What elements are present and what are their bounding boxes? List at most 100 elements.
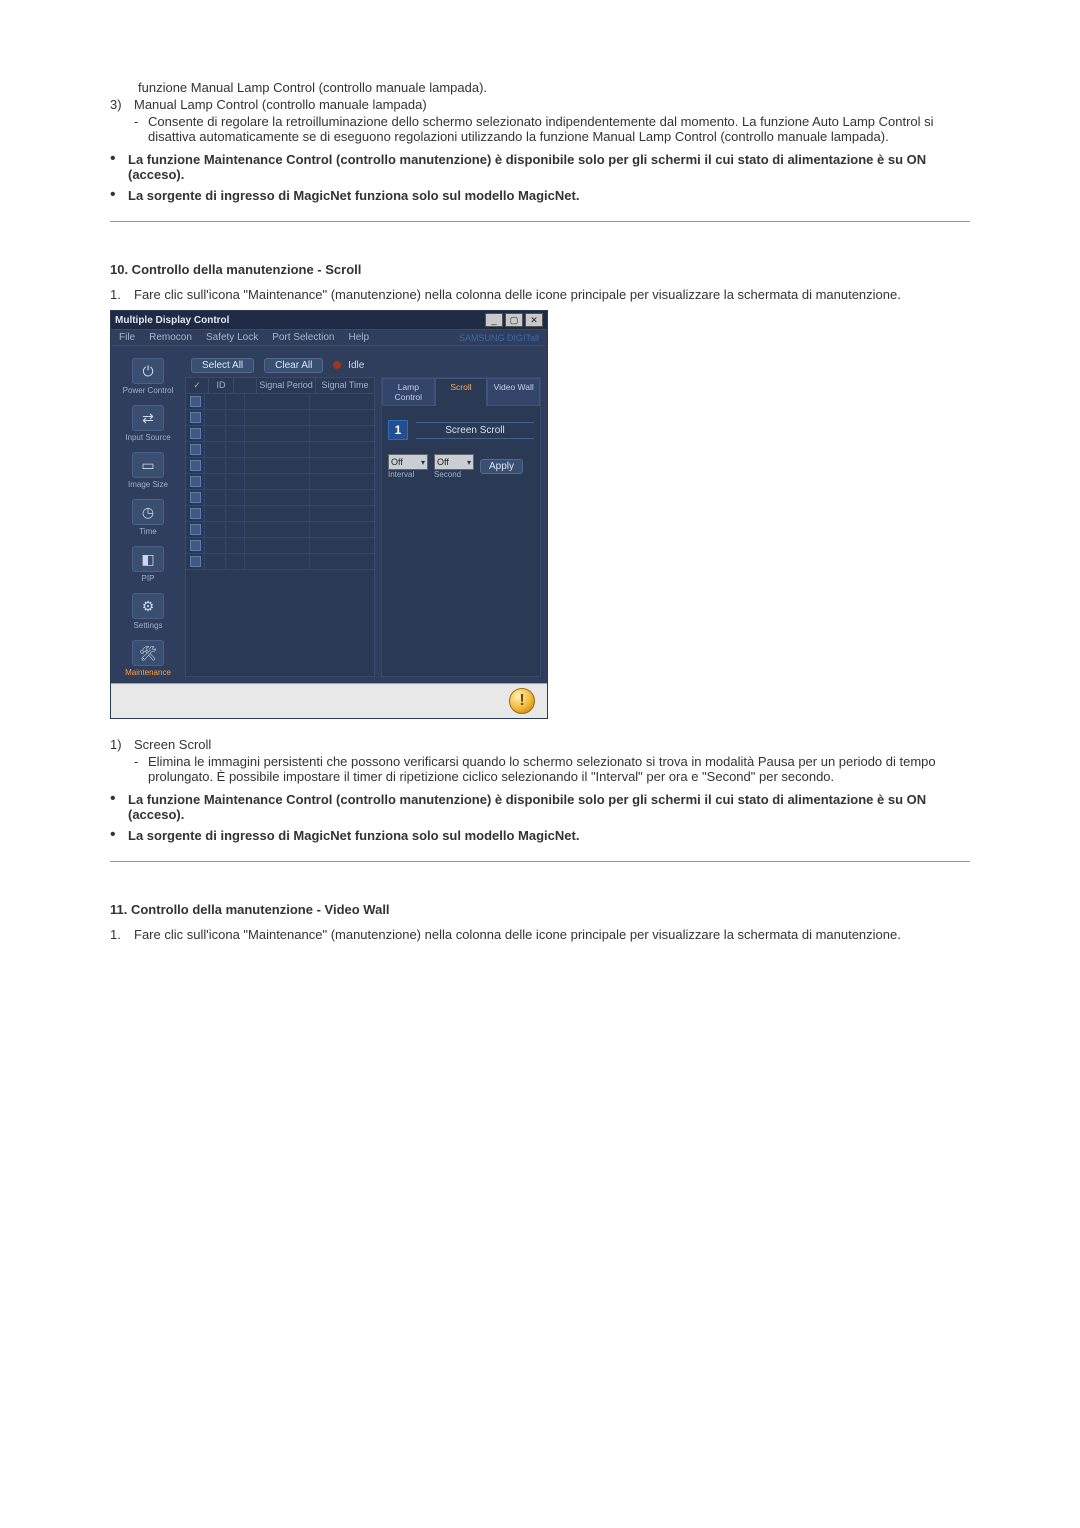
- input-source-icon: ⇄: [132, 405, 164, 431]
- separator: [110, 221, 970, 222]
- sidebar-item-maintenance[interactable]: 🛠 Maintenance: [117, 640, 179, 677]
- tab-lamp-control[interactable]: Lamp Control: [382, 378, 435, 406]
- sidebar-item-power-control[interactable]: ⏻ Power Control: [117, 358, 179, 395]
- clear-all-button[interactable]: Clear All: [264, 358, 323, 373]
- sidebar-label: Time: [139, 527, 156, 536]
- note-bullet-4-text: La sorgente di ingresso di MagicNet funz…: [128, 828, 579, 843]
- col-signal-period: Signal Period: [257, 378, 316, 393]
- intro-carryover: funzione Manual Lamp Control (controllo …: [110, 80, 970, 95]
- table-row[interactable]: [186, 538, 374, 554]
- table-row[interactable]: [186, 458, 374, 474]
- second-label: Second: [434, 470, 474, 479]
- interval-value: Off: [391, 457, 403, 467]
- sidebar-label: Power Control: [123, 386, 174, 395]
- row-checkbox[interactable]: [190, 556, 201, 567]
- dash-mark: -: [134, 114, 148, 144]
- interval-select[interactable]: Off ▾: [388, 454, 428, 470]
- table-row[interactable]: [186, 442, 374, 458]
- row-checkbox[interactable]: [190, 412, 201, 423]
- bullet-glyph: •: [110, 828, 128, 843]
- note-bullet-2: • La sorgente di ingresso di MagicNet fu…: [110, 188, 970, 203]
- separator: [110, 861, 970, 862]
- idle-indicator: Idle: [333, 360, 364, 371]
- note-bullet-3: • La funzione Maintenance Control (contr…: [110, 792, 970, 822]
- sidebar-item-settings[interactable]: ⚙ Settings: [117, 593, 179, 630]
- row-checkbox[interactable]: [190, 492, 201, 503]
- window-title: Multiple Display Control: [115, 315, 229, 326]
- menu-remocon[interactable]: Remocon: [149, 332, 192, 343]
- list-item-1-desc: Elimina le immagini persistenti che poss…: [148, 754, 970, 784]
- maximize-button[interactable]: ▢: [505, 313, 523, 327]
- close-button[interactable]: ✕: [525, 313, 543, 327]
- row-checkbox[interactable]: [190, 428, 201, 439]
- section-10-title: 10. Controllo della manutenzione - Scrol…: [110, 262, 970, 277]
- app-window: Multiple Display Control _ ▢ ✕ File Remo…: [110, 310, 548, 719]
- table-row[interactable]: [186, 522, 374, 538]
- idle-label: Idle: [348, 360, 364, 371]
- power-icon: ⏻: [132, 358, 164, 384]
- sidebar-item-image-size[interactable]: ▭ Image Size: [117, 452, 179, 489]
- bullet-glyph: •: [110, 188, 128, 203]
- maintenance-icon: 🛠: [132, 640, 164, 666]
- menubar: File Remocon Safety Lock Port Selection …: [111, 329, 547, 346]
- row-checkbox[interactable]: [190, 396, 201, 407]
- row-checkbox[interactable]: [190, 444, 201, 455]
- row-checkbox[interactable]: [190, 460, 201, 471]
- col-signal-time: Signal Time: [316, 378, 374, 393]
- table-row[interactable]: [186, 410, 374, 426]
- row-checkbox[interactable]: [190, 476, 201, 487]
- menu-help[interactable]: Help: [348, 332, 369, 343]
- list-item-1-number: 1): [110, 737, 134, 786]
- tab-scroll[interactable]: Scroll: [435, 378, 488, 406]
- list-item-1: 1) Screen Scroll - Elimina le immagini p…: [110, 737, 970, 786]
- status-bar: !: [111, 683, 547, 718]
- menu-port-selection[interactable]: Port Selection: [272, 332, 334, 343]
- table-row[interactable]: [186, 506, 374, 522]
- col-id: ID: [209, 378, 234, 393]
- row-checkbox[interactable]: [190, 524, 201, 535]
- chevron-down-icon: ▾: [467, 458, 471, 467]
- second-value: Off: [437, 457, 449, 467]
- titlebar: Multiple Display Control _ ▢ ✕: [111, 311, 547, 329]
- right-panel: Lamp Control Scroll Video Wall 1 Screen …: [381, 377, 541, 677]
- dash-mark: -: [134, 754, 148, 784]
- note-bullet-2-text: La sorgente di ingresso di MagicNet funz…: [128, 188, 579, 203]
- callout-badge-1: 1: [388, 420, 408, 440]
- menu-file[interactable]: File: [119, 332, 135, 343]
- table-row[interactable]: [186, 554, 374, 570]
- minimize-button[interactable]: _: [485, 313, 503, 327]
- col-check[interactable]: ✓: [186, 378, 209, 393]
- panel-heading-band: 1 Screen Scroll: [388, 420, 534, 440]
- pip-icon: ◧: [132, 546, 164, 572]
- apply-button[interactable]: Apply: [480, 459, 523, 474]
- sidebar-label: Settings: [134, 621, 163, 630]
- bullet-glyph: •: [110, 152, 128, 182]
- second-select[interactable]: Off ▾: [434, 454, 474, 470]
- sidebar-item-time[interactable]: ◷ Time: [117, 499, 179, 536]
- step-1-number: 1.: [110, 287, 134, 302]
- warning-icon: !: [509, 688, 535, 714]
- sidebar-label: Image Size: [128, 480, 168, 489]
- panel-heading: Screen Scroll: [416, 422, 534, 439]
- table-row[interactable]: [186, 394, 374, 410]
- sidebar-item-input-source[interactable]: ⇄ Input Source: [117, 405, 179, 442]
- table-row[interactable]: [186, 426, 374, 442]
- brand-label: SAMSUNG DIGITall: [459, 333, 539, 343]
- row-checkbox[interactable]: [190, 508, 201, 519]
- section-10-step-1: 1. Fare clic sull'icona "Maintenance" (m…: [110, 287, 970, 302]
- col-flag: [234, 378, 257, 393]
- clock-icon: ◷: [132, 499, 164, 525]
- sidebar-item-pip[interactable]: ◧ PIP: [117, 546, 179, 583]
- table-row[interactable]: [186, 490, 374, 506]
- table-row[interactable]: [186, 474, 374, 490]
- menu-safety-lock[interactable]: Safety Lock: [206, 332, 258, 343]
- display-table: ✓ ID Signal Period Signal Time: [185, 377, 375, 677]
- chevron-down-icon: ▾: [421, 458, 425, 467]
- select-all-button[interactable]: Select All: [191, 358, 254, 373]
- intro-line0: funzione Manual Lamp Control (controllo …: [138, 80, 487, 95]
- sidebar-label: PIP: [142, 574, 155, 583]
- list-item-3: 3) Manual Lamp Control (controllo manual…: [110, 97, 970, 146]
- row-checkbox[interactable]: [190, 540, 201, 551]
- tab-video-wall[interactable]: Video Wall: [487, 378, 540, 406]
- list-item-3-desc: Consente di regolare la retroilluminazio…: [148, 114, 970, 144]
